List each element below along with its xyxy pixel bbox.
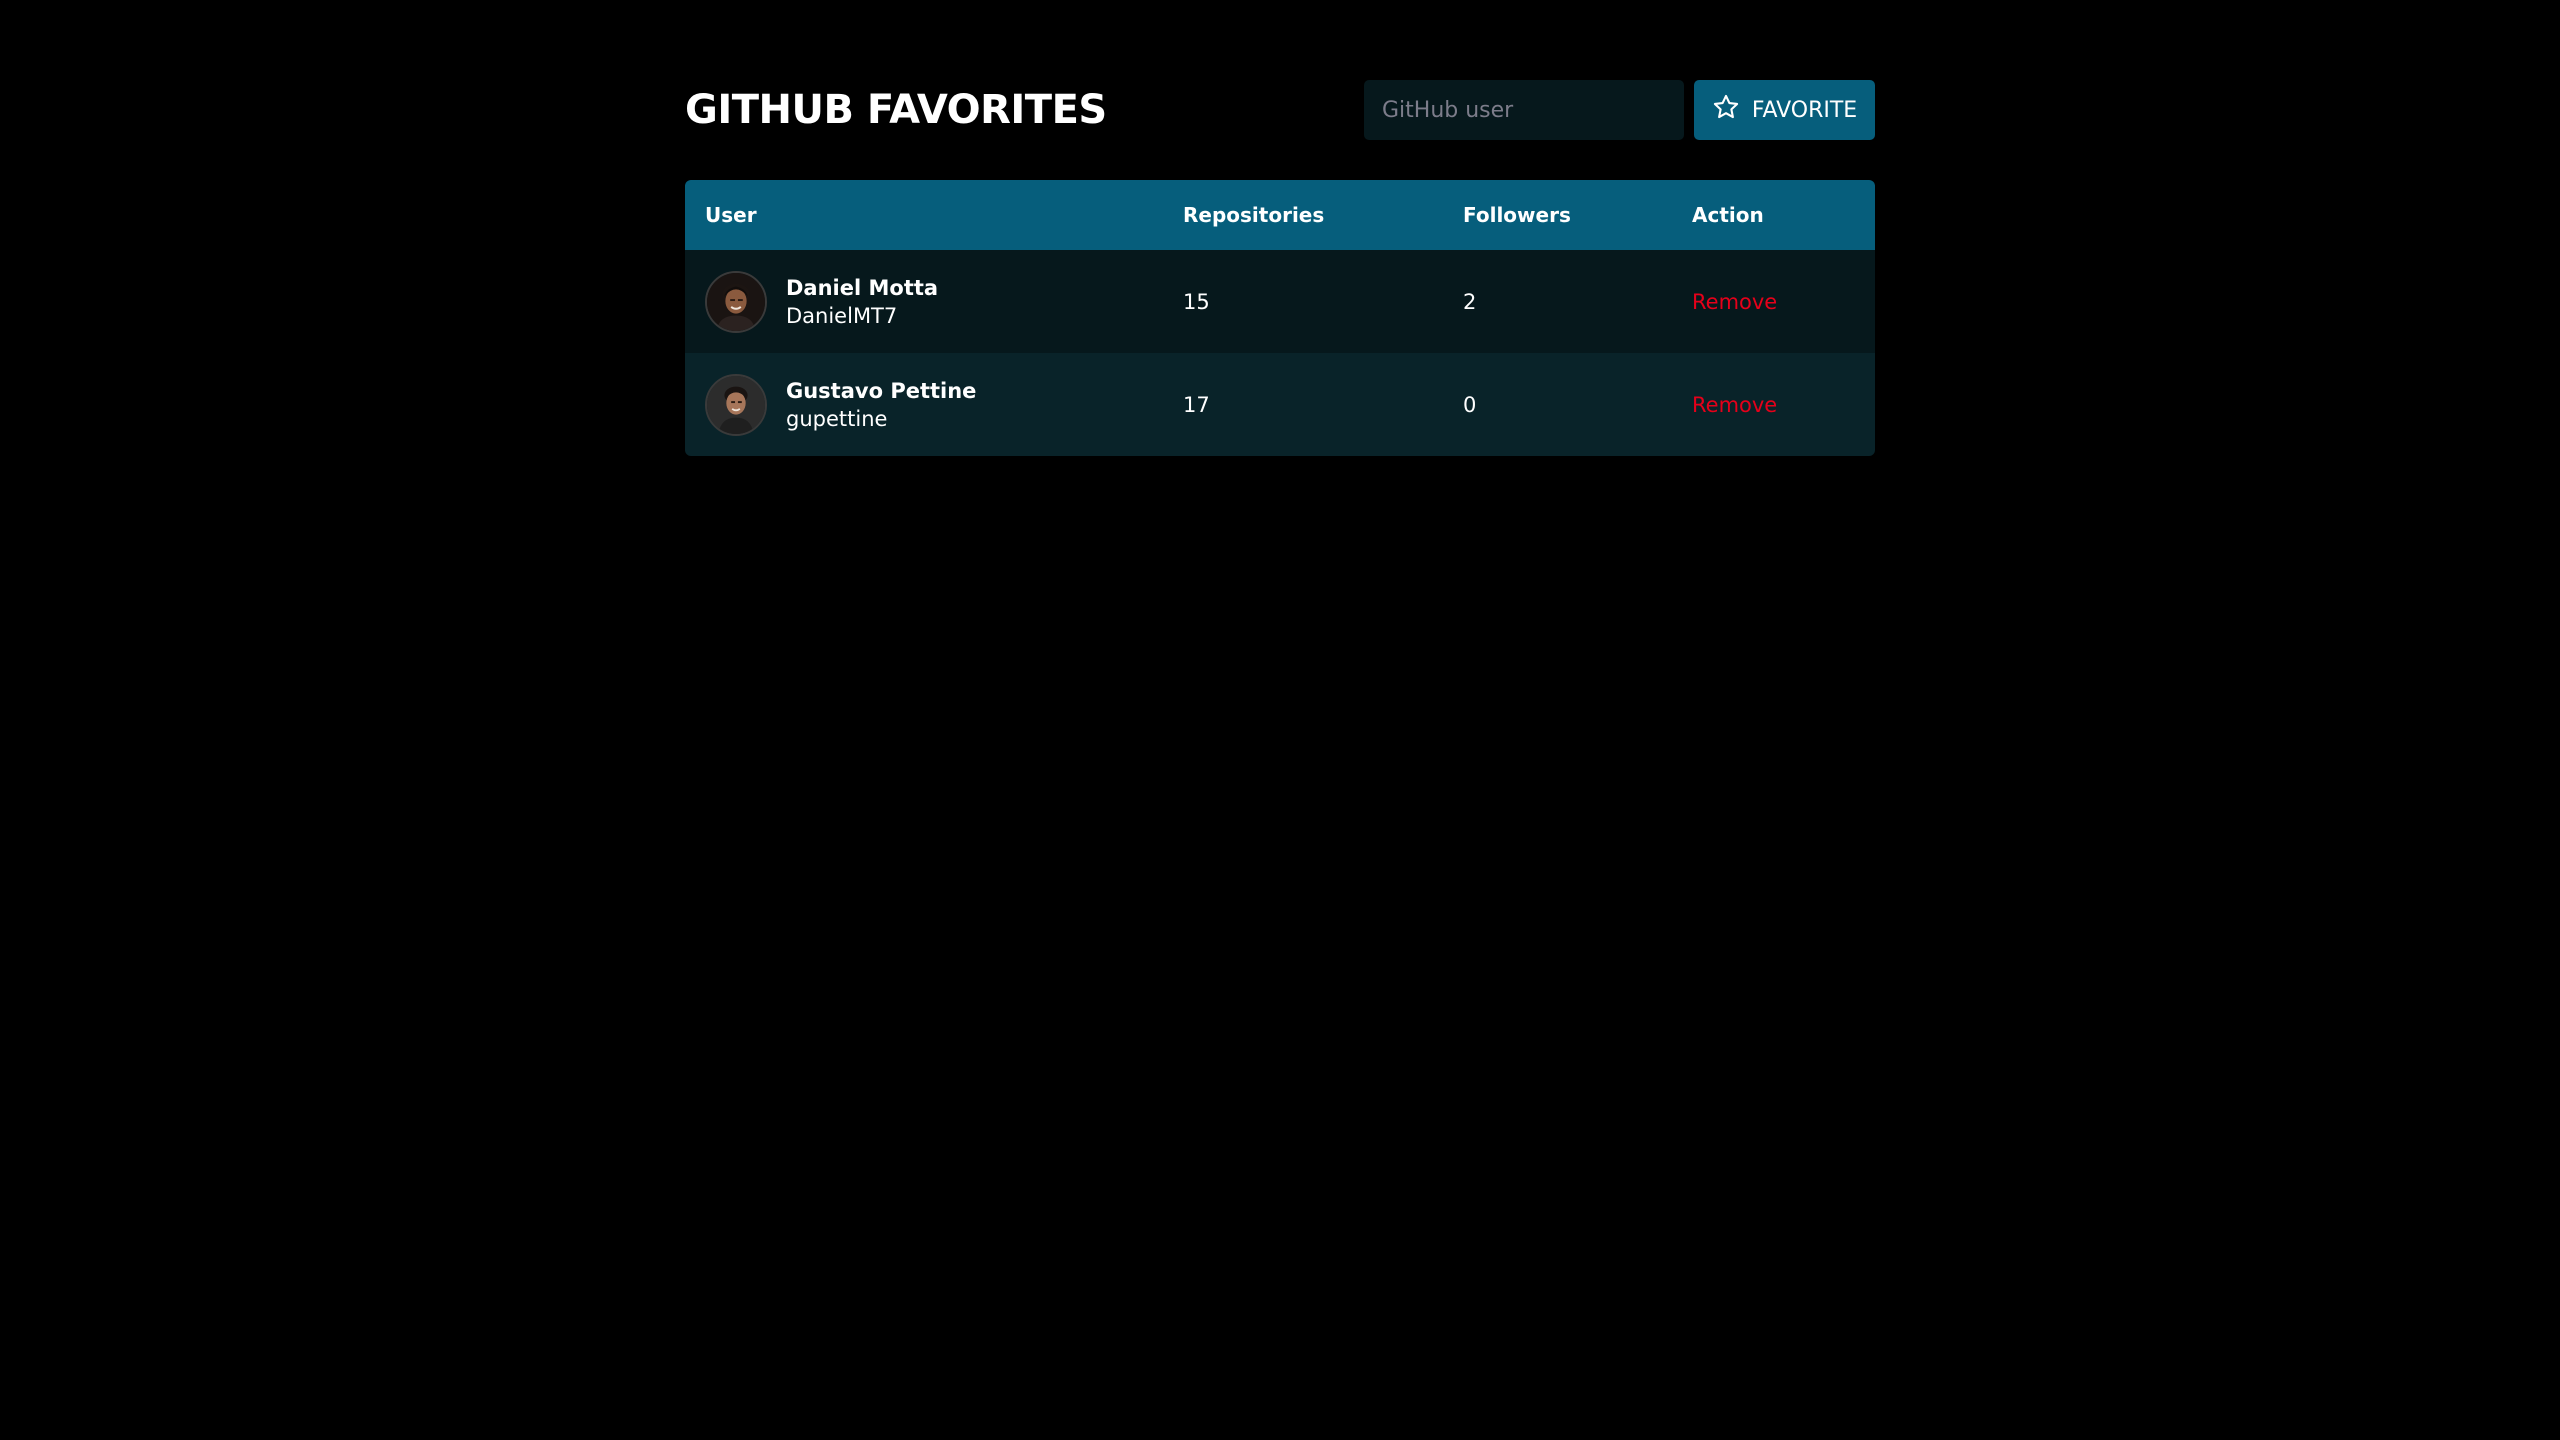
action-cell: Remove bbox=[1672, 250, 1875, 353]
avatar[interactable] bbox=[705, 270, 767, 333]
repositories-count: 17 bbox=[1183, 392, 1210, 417]
table-row: Gustavo Pettine gupettine 17 0 Remove bbox=[685, 353, 1875, 456]
star-icon bbox=[1712, 93, 1740, 127]
favorites-table: User Repositories Followers Action Danie… bbox=[685, 180, 1875, 456]
followers-count: 0 bbox=[1463, 392, 1477, 417]
user-cell: Gustavo Pettine gupettine bbox=[685, 353, 1163, 456]
page-title: GITHUB FAVORITES bbox=[685, 87, 1107, 133]
table-header: User Repositories Followers Action bbox=[685, 180, 1875, 250]
avatar[interactable] bbox=[705, 373, 767, 436]
user-name: Gustavo Pettine bbox=[786, 378, 977, 403]
user-login: gupettine bbox=[786, 406, 888, 431]
followers-count: 2 bbox=[1463, 289, 1477, 314]
column-header-action: Action bbox=[1692, 203, 1764, 227]
user-name: Daniel Motta bbox=[786, 275, 939, 300]
user-cell: Daniel Motta DanielMT7 bbox=[685, 250, 1163, 353]
column-header-user: User bbox=[705, 203, 757, 227]
favorite-button[interactable]: FAVORITE bbox=[1694, 80, 1875, 140]
table-row: Daniel Motta DanielMT7 15 2 Remove bbox=[685, 250, 1875, 353]
github-user-input[interactable] bbox=[1364, 80, 1684, 140]
search-bar: FAVORITE bbox=[1364, 80, 1875, 140]
column-header-repositories: Repositories bbox=[1183, 203, 1325, 227]
user-info: Daniel Motta DanielMT7 bbox=[786, 276, 938, 328]
app-container: GITHUB FAVORITES FAVORITE User Repositor… bbox=[685, 80, 1875, 456]
column-header-followers: Followers bbox=[1463, 203, 1571, 227]
remove-button[interactable]: Remove bbox=[1692, 393, 1777, 417]
user-info: Gustavo Pettine gupettine bbox=[786, 379, 976, 431]
user-login: DanielMT7 bbox=[786, 303, 898, 328]
repositories-count: 15 bbox=[1183, 289, 1210, 314]
favorite-button-label: FAVORITE bbox=[1751, 97, 1858, 123]
page-header: GITHUB FAVORITES FAVORITE bbox=[685, 80, 1875, 140]
action-cell: Remove bbox=[1672, 353, 1875, 456]
remove-button[interactable]: Remove bbox=[1692, 290, 1777, 314]
table-body: Daniel Motta DanielMT7 15 2 Remove Gusta… bbox=[685, 250, 1875, 456]
